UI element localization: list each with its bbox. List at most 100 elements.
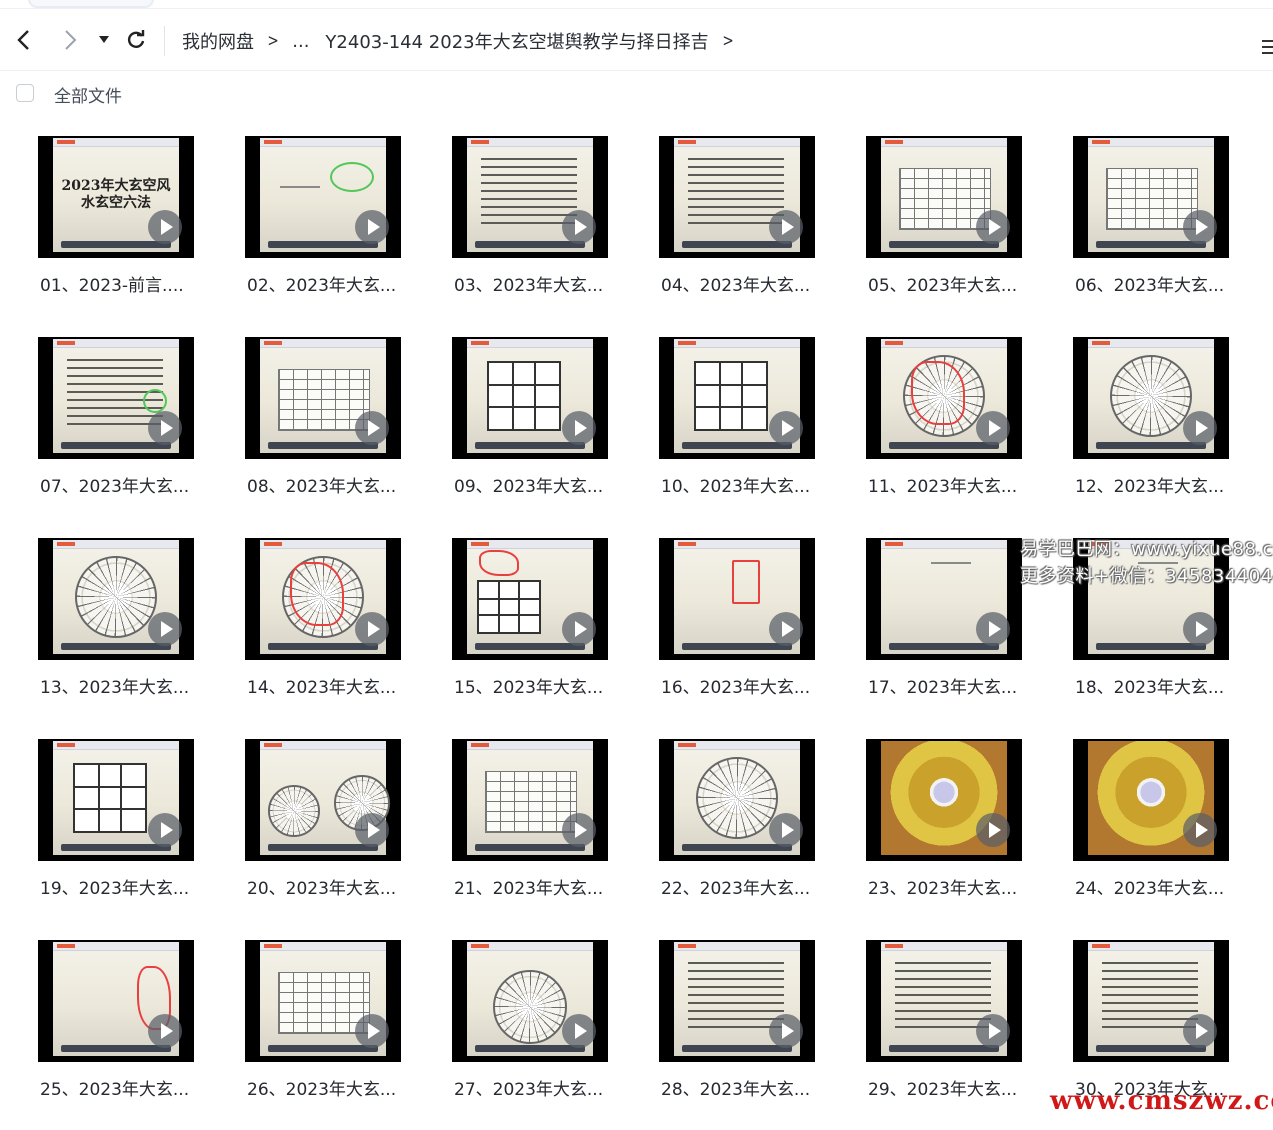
- forward-button[interactable]: [56, 26, 84, 54]
- play-icon[interactable]: [769, 813, 803, 847]
- breadcrumb-current-folder[interactable]: Y2403-144 2023年大玄空堪舆教学与择日择吉: [325, 28, 708, 54]
- menu-icon[interactable]: [1262, 40, 1273, 58]
- video-file-item[interactable]: 16、2023年大玄...: [659, 538, 849, 728]
- video-file-item[interactable]: 2023年大玄空风水玄空六法 01、2023-前言....: [38, 136, 228, 326]
- video-thumbnail[interactable]: [245, 136, 401, 258]
- video-file-item[interactable]: 07、2023年大玄...: [38, 337, 228, 527]
- play-icon[interactable]: [1183, 813, 1217, 847]
- video-thumbnail[interactable]: [452, 940, 608, 1062]
- refresh-button[interactable]: [122, 26, 150, 54]
- play-icon[interactable]: [148, 813, 182, 847]
- video-file-item[interactable]: 20、2023年大玄...: [245, 739, 435, 929]
- video-file-item[interactable]: 27、2023年大玄...: [452, 940, 642, 1130]
- play-icon[interactable]: [562, 612, 596, 646]
- video-thumbnail[interactable]: [659, 940, 815, 1062]
- video-thumbnail[interactable]: [38, 337, 194, 459]
- video-file-item[interactable]: 25、2023年大玄...: [38, 940, 228, 1130]
- play-icon[interactable]: [355, 813, 389, 847]
- video-file-item[interactable]: 03、2023年大玄...: [452, 136, 642, 326]
- video-file-item[interactable]: 06、2023年大玄...: [1073, 136, 1263, 326]
- play-icon[interactable]: [976, 411, 1010, 445]
- play-icon[interactable]: [148, 1014, 182, 1048]
- video-thumbnail[interactable]: [245, 538, 401, 660]
- play-icon[interactable]: [562, 411, 596, 445]
- video-thumbnail[interactable]: [452, 538, 608, 660]
- history-dropdown-button[interactable]: [92, 26, 116, 54]
- play-icon[interactable]: [769, 210, 803, 244]
- video-thumbnail[interactable]: [245, 739, 401, 861]
- video-thumbnail[interactable]: [866, 940, 1022, 1062]
- select-all-checkbox[interactable]: [16, 84, 34, 102]
- video-thumbnail[interactable]: [659, 136, 815, 258]
- video-thumbnail[interactable]: [659, 337, 815, 459]
- video-file-item[interactable]: 08、2023年大玄...: [245, 337, 435, 527]
- video-thumbnail[interactable]: [38, 538, 194, 660]
- video-thumbnail[interactable]: [866, 337, 1022, 459]
- video-thumbnail[interactable]: [866, 538, 1022, 660]
- play-icon[interactable]: [769, 1014, 803, 1048]
- video-thumbnail[interactable]: [245, 940, 401, 1062]
- video-thumbnail[interactable]: [866, 739, 1022, 861]
- play-icon[interactable]: [562, 210, 596, 244]
- play-icon[interactable]: [976, 210, 1010, 244]
- video-file-item[interactable]: 26、2023年大玄...: [245, 940, 435, 1130]
- video-file-item[interactable]: 04、2023年大玄...: [659, 136, 849, 326]
- video-file-item[interactable]: 22、2023年大玄...: [659, 739, 849, 929]
- video-file-item[interactable]: 29、2023年大玄...: [866, 940, 1056, 1130]
- video-thumbnail[interactable]: [245, 337, 401, 459]
- video-thumbnail[interactable]: [452, 337, 608, 459]
- caret-down-icon: [99, 36, 109, 43]
- play-icon[interactable]: [976, 612, 1010, 646]
- video-thumbnail[interactable]: [659, 538, 815, 660]
- file-name: 29、2023年大玄...: [868, 1080, 1018, 1100]
- video-file-item[interactable]: 12、2023年大玄...: [1073, 337, 1263, 527]
- video-file-item[interactable]: 19、2023年大玄...: [38, 739, 228, 929]
- play-icon[interactable]: [976, 1014, 1010, 1048]
- play-icon[interactable]: [976, 813, 1010, 847]
- play-icon[interactable]: [1183, 612, 1217, 646]
- play-icon[interactable]: [769, 612, 803, 646]
- all-files-label: 全部文件: [54, 87, 122, 107]
- file-name: 01、2023-前言....: [40, 276, 184, 296]
- navigation-bar: 我的网盘 > ... Y2403-144 2023年大玄空堪舆教学与择日择吉 >: [0, 12, 1273, 71]
- play-icon[interactable]: [562, 813, 596, 847]
- video-thumbnail[interactable]: [452, 739, 608, 861]
- video-file-item[interactable]: 02、2023年大玄...: [245, 136, 435, 326]
- play-icon[interactable]: [148, 210, 182, 244]
- video-file-item[interactable]: 15、2023年大玄...: [452, 538, 642, 728]
- video-file-item[interactable]: 05、2023年大玄...: [866, 136, 1056, 326]
- back-button[interactable]: [10, 26, 38, 54]
- video-thumbnail[interactable]: [1073, 136, 1229, 258]
- play-icon[interactable]: [562, 1014, 596, 1048]
- video-thumbnail[interactable]: 2023年大玄空风水玄空六法: [38, 136, 194, 258]
- video-file-item[interactable]: 11、2023年大玄...: [866, 337, 1056, 527]
- video-thumbnail[interactable]: [38, 739, 194, 861]
- play-icon[interactable]: [355, 1014, 389, 1048]
- play-icon[interactable]: [1183, 210, 1217, 244]
- play-icon[interactable]: [355, 210, 389, 244]
- play-icon[interactable]: [148, 411, 182, 445]
- video-file-item[interactable]: 09、2023年大玄...: [452, 337, 642, 527]
- video-file-item[interactable]: 14、2023年大玄...: [245, 538, 435, 728]
- play-icon[interactable]: [1183, 1014, 1217, 1048]
- video-file-item[interactable]: 23、2023年大玄...: [866, 739, 1056, 929]
- video-file-item[interactable]: 21、2023年大玄...: [452, 739, 642, 929]
- video-thumbnail[interactable]: [38, 940, 194, 1062]
- video-thumbnail[interactable]: [659, 739, 815, 861]
- video-thumbnail[interactable]: [1073, 940, 1229, 1062]
- play-icon[interactable]: [1183, 411, 1217, 445]
- play-icon[interactable]: [355, 612, 389, 646]
- breadcrumb-root[interactable]: 我的网盘: [182, 28, 254, 54]
- play-icon[interactable]: [355, 411, 389, 445]
- video-file-item[interactable]: 24、2023年大玄...: [1073, 739, 1263, 929]
- play-icon[interactable]: [148, 612, 182, 646]
- video-thumbnail[interactable]: [866, 136, 1022, 258]
- video-thumbnail[interactable]: [452, 136, 608, 258]
- video-thumbnail[interactable]: [1073, 337, 1229, 459]
- play-icon[interactable]: [769, 411, 803, 445]
- video-thumbnail[interactable]: [1073, 739, 1229, 861]
- breadcrumb-ellipsis[interactable]: ...: [292, 31, 309, 52]
- video-file-item[interactable]: 13、2023年大玄...: [38, 538, 228, 728]
- video-file-item[interactable]: 28、2023年大玄...: [659, 940, 849, 1130]
- video-file-item[interactable]: 10、2023年大玄...: [659, 337, 849, 527]
